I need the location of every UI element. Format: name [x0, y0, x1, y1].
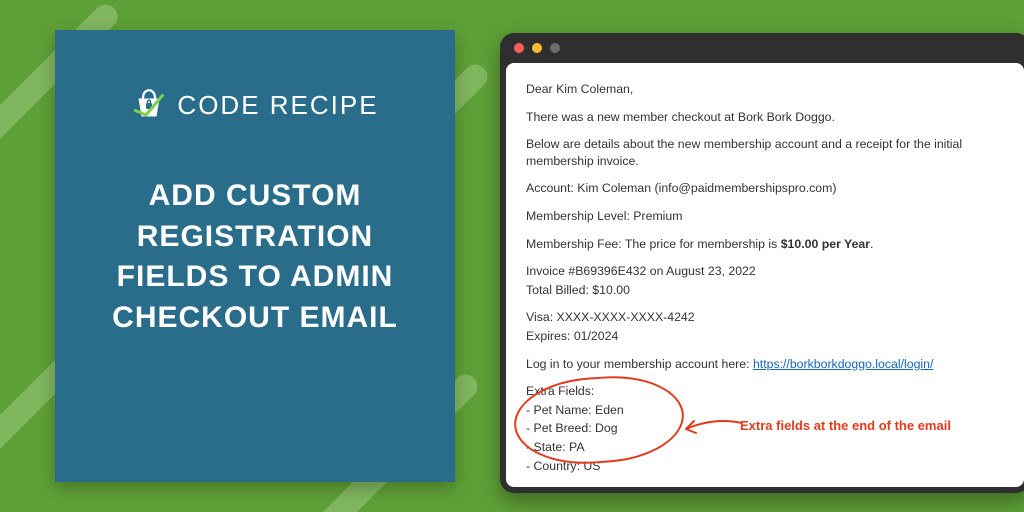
fee-price: $10.00 per Year: [781, 237, 870, 251]
email-expires: Expires: 01/2024: [526, 328, 1004, 345]
email-total: Total Billed: $10.00: [526, 282, 1004, 299]
maximize-icon[interactable]: [550, 43, 560, 53]
email-intro: There was a new member checkout at Bork …: [526, 109, 1004, 126]
email-login: Log in to your membership account here: …: [526, 356, 1004, 373]
email-greeting: Dear Kim Coleman,: [526, 81, 1004, 98]
annotation-label: Extra fields at the end of the email: [740, 417, 951, 435]
titlebar: [500, 33, 1024, 63]
login-prefix: Log in to your membership account here:: [526, 357, 753, 371]
browser-window: Dear Kim Coleman, There was a new member…: [500, 33, 1024, 493]
card-block: Visa: XXXX-XXXX-XXXX-4242 Expires: 01/20…: [526, 309, 1004, 344]
email-body: Dear Kim Coleman, There was a new member…: [506, 63, 1024, 487]
headline: ADD CUSTOM REGISTRATION FIELDS TO ADMIN …: [85, 176, 425, 338]
bag-lock-icon: [131, 85, 167, 126]
brand-text: CODE RECIPE: [177, 90, 378, 121]
invoice-block: Invoice #B69396E432 on August 23, 2022 T…: [526, 263, 1004, 298]
email-level: Membership Level: Premium: [526, 208, 1004, 225]
title-card: CODE RECIPE ADD CUSTOM REGISTRATION FIEL…: [55, 30, 455, 482]
minimize-icon[interactable]: [532, 43, 542, 53]
email-account: Account: Kim Coleman (info@paidmembershi…: [526, 180, 1004, 197]
extra-field: - Country: US: [526, 458, 1004, 475]
login-link[interactable]: https://borkborkdoggo.local/login/: [753, 357, 933, 371]
fee-prefix: Membership Fee: The price for membership…: [526, 237, 781, 251]
fee-suffix: .: [870, 237, 873, 251]
logo-row: CODE RECIPE: [131, 85, 378, 126]
email-fee: Membership Fee: The price for membership…: [526, 236, 1004, 253]
email-visa: Visa: XXXX-XXXX-XXXX-4242: [526, 309, 1004, 326]
extra-field: - Pet Name: Eden: [526, 402, 1004, 419]
extra-field: - State: PA: [526, 439, 1004, 456]
email-below: Below are details about the new membersh…: [526, 136, 1004, 169]
close-icon[interactable]: [514, 43, 524, 53]
extra-heading: Extra Fields:: [526, 383, 1004, 400]
extra-fields-block: Extra Fields: - Pet Name: Eden - Pet Bre…: [526, 383, 1004, 474]
email-invoice: Invoice #B69396E432 on August 23, 2022: [526, 263, 1004, 280]
